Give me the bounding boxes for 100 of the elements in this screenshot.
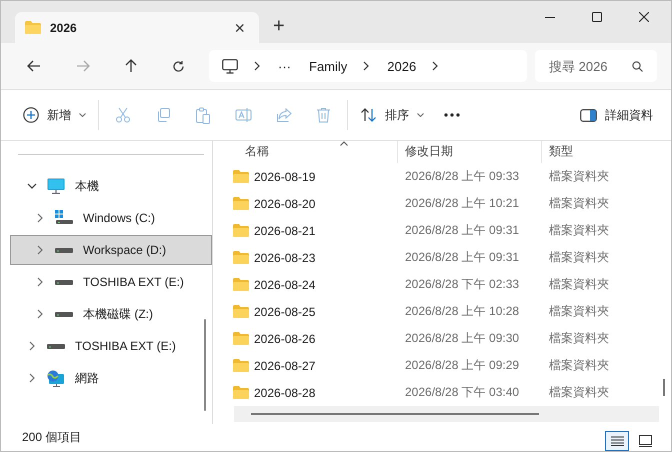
clipboard-icon xyxy=(195,106,211,124)
file-name[interactable]: 2026-08-21 xyxy=(254,224,316,238)
table-cell: 2026/8/28 上午 09:31 xyxy=(405,222,520,239)
table-cell: 檔案資料夾 xyxy=(549,357,609,374)
tree-item[interactable]: TOSHIBA EXT (E:) xyxy=(10,267,212,297)
table-cell: 2026/8/28 下午 02:33 xyxy=(405,276,520,293)
drive-icon xyxy=(55,210,73,226)
chevron-right-icon[interactable] xyxy=(35,245,45,255)
folder-icon xyxy=(233,251,249,264)
breadcrumb-ellipsis[interactable]: ··· xyxy=(278,58,291,74)
file-name[interactable]: 2026-08-19 xyxy=(254,170,316,184)
tree-item[interactable]: 本機磁碟 (Z:) xyxy=(10,299,212,329)
table-cell: 檔案資料夾 xyxy=(549,168,609,185)
table-cell: 檔案資料夾 xyxy=(549,330,609,347)
refresh-icon[interactable] xyxy=(172,60,185,72)
address-bar[interactable]: ··· Family 2026 xyxy=(209,50,527,82)
close-icon[interactable] xyxy=(639,12,649,22)
back-icon[interactable] xyxy=(27,60,41,72)
file-name[interactable]: 2026-08-28 xyxy=(254,386,316,400)
tree-item[interactable]: TOSHIBA EXT (E:) xyxy=(10,331,212,361)
table-cell: 2026/8/28 下午 03:40 xyxy=(405,384,520,401)
folder-icon xyxy=(25,21,41,34)
drive-icon xyxy=(47,344,65,348)
search-icon xyxy=(632,61,643,72)
table-cell: 2026/8/28 上午 09:31 xyxy=(405,249,520,266)
column-header[interactable]: 類型 xyxy=(542,141,630,163)
share-icon xyxy=(276,107,292,123)
tab-title: 2026 xyxy=(50,20,78,34)
file-name[interactable]: 2026-08-26 xyxy=(254,332,316,346)
table-cell: 檔案資料夾 xyxy=(549,384,609,401)
chevron-down-icon[interactable] xyxy=(27,183,37,189)
file-name[interactable]: 2026-08-27 xyxy=(254,358,316,372)
network-globe-icon xyxy=(47,370,65,386)
details-pane-icon xyxy=(580,108,597,122)
caret-icon xyxy=(79,113,86,117)
table-cell: 2026/8/28 上午 09:30 xyxy=(405,330,520,347)
tab[interactable]: 2026 × xyxy=(15,12,259,43)
tree-item[interactable]: Workspace (D:) xyxy=(10,235,212,265)
rename-icon xyxy=(235,107,252,123)
breadcrumb[interactable]: 2026 xyxy=(387,58,416,74)
caret-icon xyxy=(417,113,424,117)
scissors-icon xyxy=(115,107,131,123)
chevron-right-icon[interactable] xyxy=(27,341,37,351)
more-icon xyxy=(444,113,460,117)
scrollbar[interactable] xyxy=(251,413,539,415)
up-icon[interactable] xyxy=(125,59,137,73)
folder-icon xyxy=(233,332,249,345)
new-button[interactable]: 新增 xyxy=(15,100,94,130)
folder-icon xyxy=(233,278,249,291)
column-header[interactable]: 名稱 xyxy=(232,141,398,163)
trash-icon xyxy=(316,107,331,123)
chevron-right-icon[interactable] xyxy=(35,309,45,319)
drive-icon xyxy=(55,312,73,316)
chevron-icon[interactable] xyxy=(432,61,438,71)
folder-icon xyxy=(233,305,249,318)
chevron-right-icon[interactable] xyxy=(35,277,45,287)
chevron-right-icon[interactable] xyxy=(27,373,37,383)
file-name[interactable]: 2026-08-20 xyxy=(254,196,316,210)
item-count: 200 個項目 xyxy=(22,429,82,446)
chevron-right-icon[interactable] xyxy=(35,213,45,223)
search-field[interactable]: 搜尋 2026 xyxy=(535,50,657,82)
table-cell: 檔案資料夾 xyxy=(549,222,609,239)
file-name[interactable]: 2026-08-25 xyxy=(254,304,316,318)
table-cell: 檔案資料夾 xyxy=(549,249,609,266)
file-name[interactable]: 2026-08-24 xyxy=(254,278,316,292)
drive-icon xyxy=(55,248,73,252)
scrollbar[interactable] xyxy=(204,319,206,411)
table-cell: 2026/8/28 上午 10:21 xyxy=(405,195,520,212)
table-cell: 2026/8/28 上午 09:29 xyxy=(405,357,520,374)
chevron-icon[interactable] xyxy=(363,61,370,71)
table-cell: 檔案資料夾 xyxy=(549,303,609,320)
folder-icon xyxy=(233,197,249,210)
folder-icon xyxy=(233,386,249,399)
scrollbar[interactable] xyxy=(663,379,665,396)
details-button[interactable]: 詳細資料 xyxy=(572,100,661,130)
folder-icon xyxy=(233,224,249,237)
tree-item[interactable]: 本機 xyxy=(10,171,212,201)
breadcrumb[interactable]: Family xyxy=(309,58,348,74)
table-cell: 2026/8/28 上午 10:28 xyxy=(405,303,520,320)
tile-icon xyxy=(638,435,652,447)
close-tab-button[interactable]: × xyxy=(230,18,249,36)
tree-item[interactable]: 網路 xyxy=(10,363,212,393)
column-header[interactable]: 修改日期 xyxy=(398,141,542,163)
details-view-button[interactable] xyxy=(605,431,629,451)
maximize-icon[interactable] xyxy=(592,12,602,22)
chevron-icon[interactable] xyxy=(254,61,260,71)
drive-icon xyxy=(55,280,73,284)
copy-icon xyxy=(155,107,171,123)
table-cell: 檔案資料夾 xyxy=(549,276,609,293)
folder-icon xyxy=(233,359,249,372)
new-tab-button[interactable]: + xyxy=(269,16,289,36)
sort-button[interactable]: 排序 xyxy=(352,100,432,130)
monitor-icon xyxy=(47,178,65,194)
sort-icon xyxy=(360,107,377,123)
table-cell: 檔案資料夾 xyxy=(549,195,609,212)
table-cell: 2026/8/28 上午 09:33 xyxy=(405,168,520,185)
plus-icon xyxy=(23,107,39,123)
file-name[interactable]: 2026-08-23 xyxy=(254,250,316,264)
folder-icon xyxy=(233,170,249,183)
tree-item[interactable]: Windows (C:) xyxy=(10,203,212,233)
